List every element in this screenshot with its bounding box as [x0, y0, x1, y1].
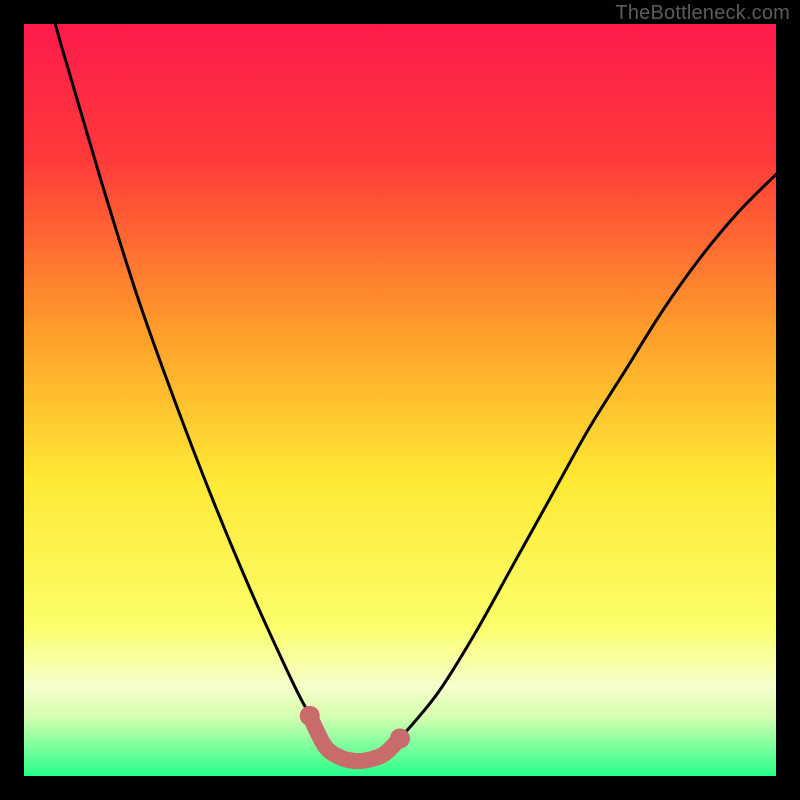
plot-area [24, 24, 776, 776]
bottleneck-chart [24, 24, 776, 776]
gradient-background [24, 24, 776, 776]
chart-frame: TheBottleneck.com [0, 0, 800, 800]
valley-endpoint-dot [390, 728, 410, 748]
valley-endpoint-dot [300, 706, 320, 726]
watermark-text: TheBottleneck.com [615, 2, 790, 25]
